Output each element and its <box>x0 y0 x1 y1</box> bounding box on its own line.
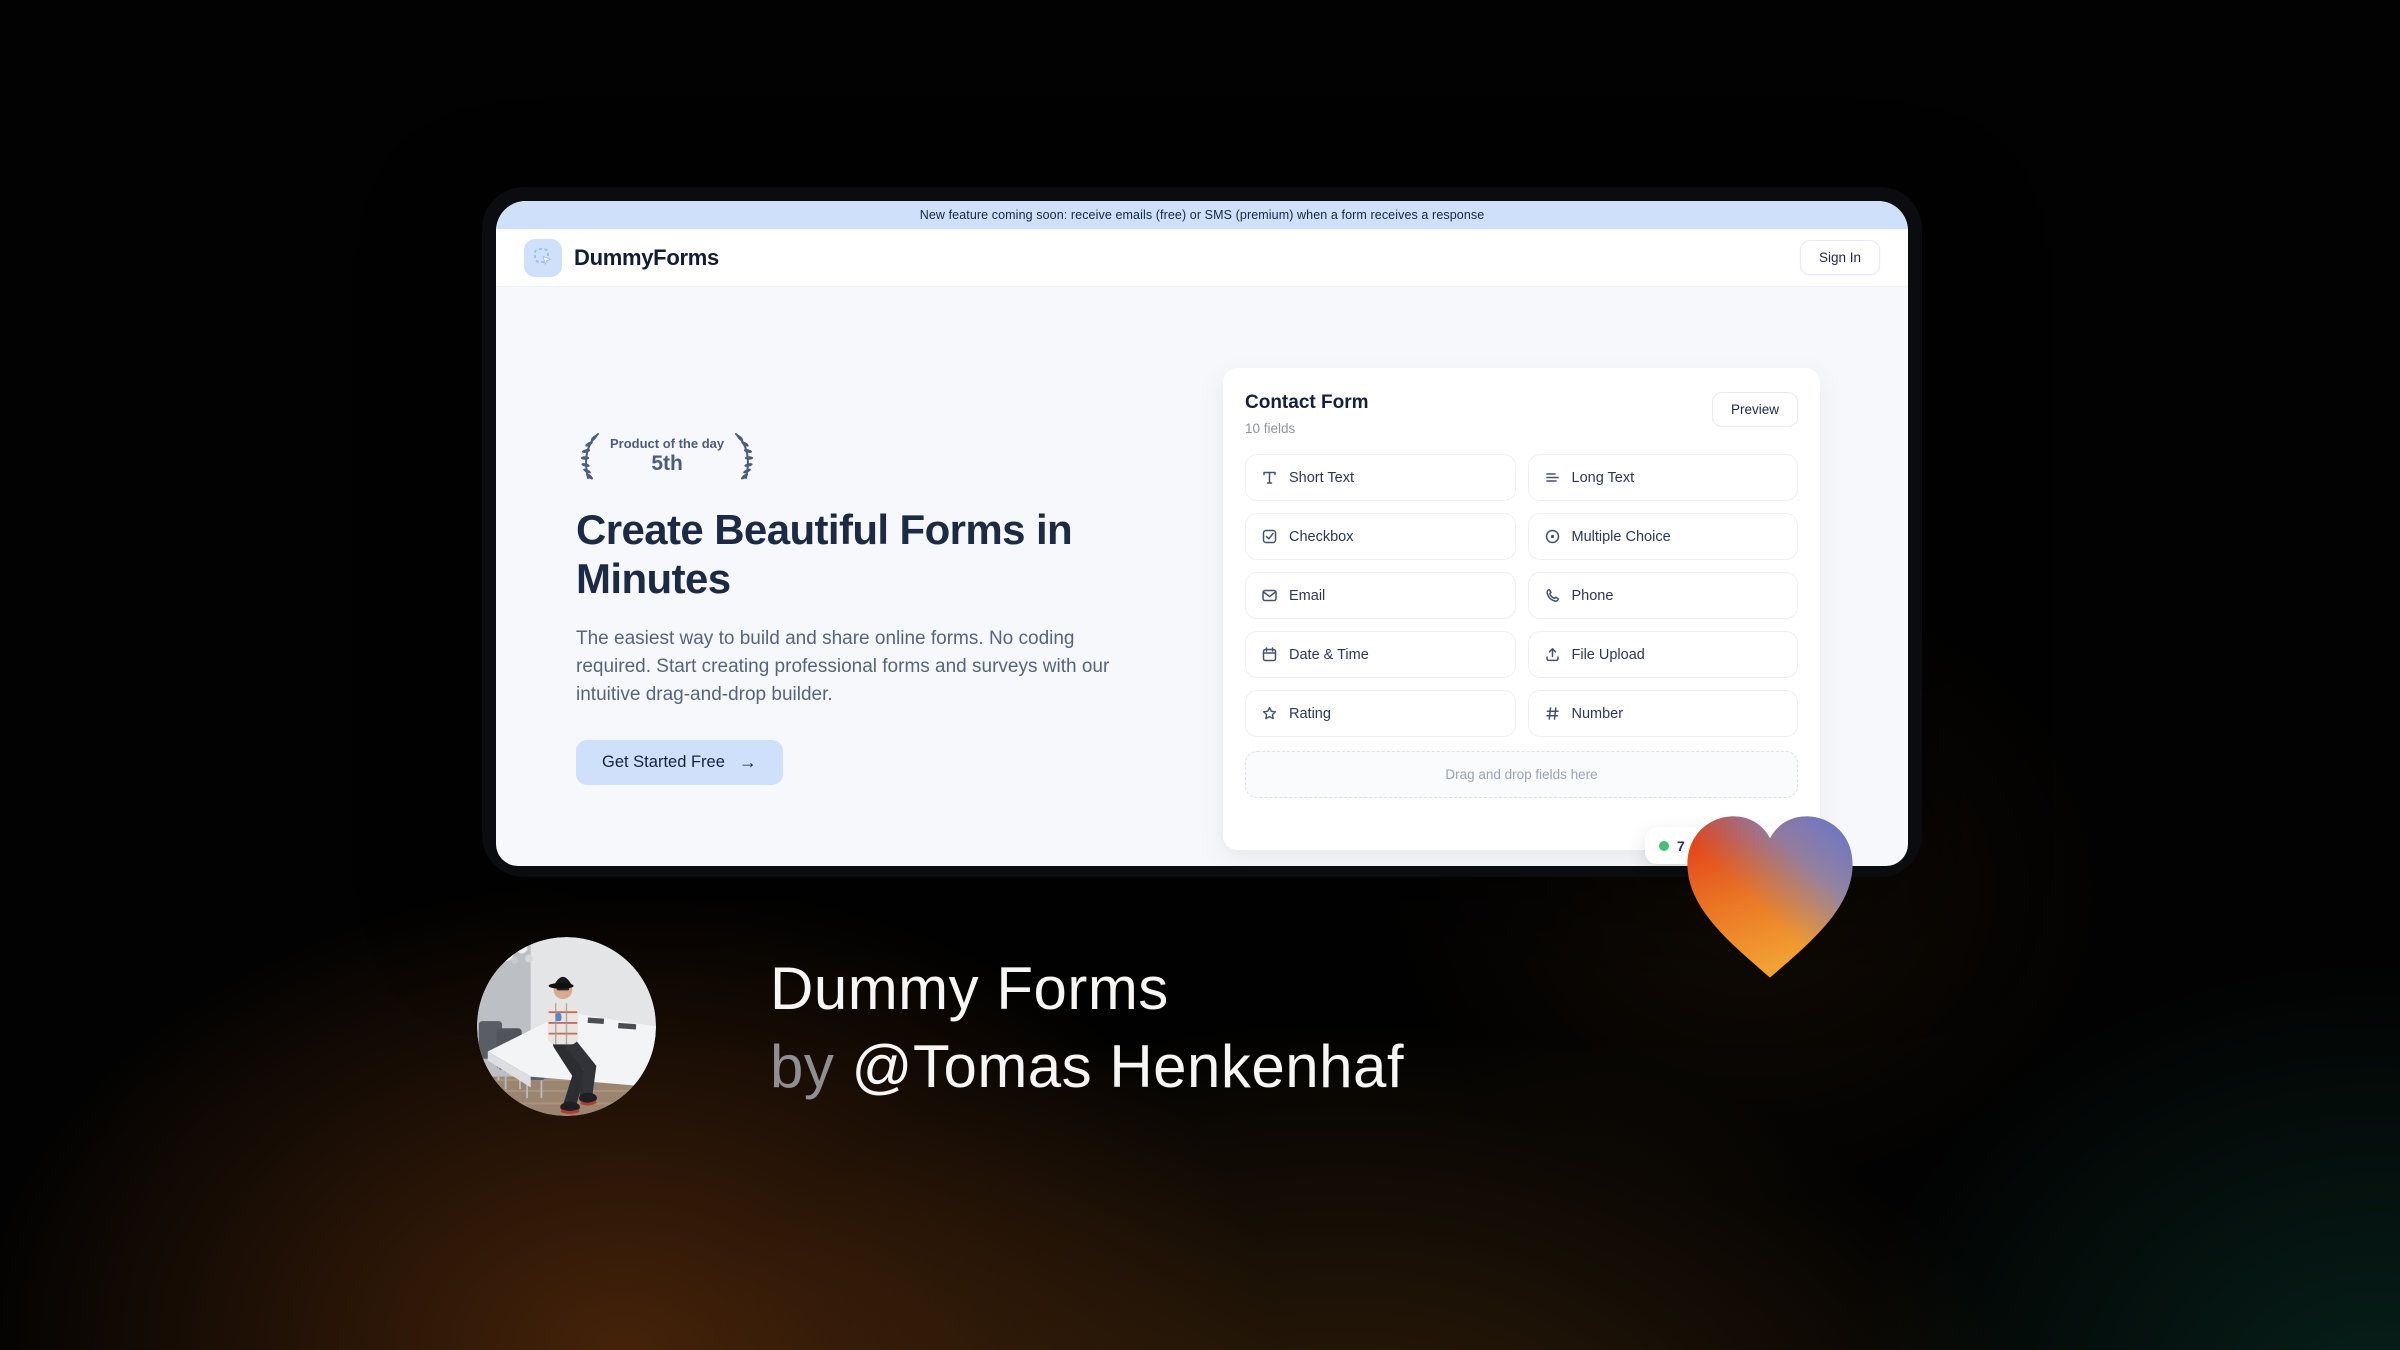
credit-byline: by @Tomas Henkenhaf <box>770 1028 1404 1106</box>
page-surface: New feature coming soon: receive emails … <box>496 201 1908 866</box>
field-label: Number <box>1571 705 1624 722</box>
long-text-icon <box>1545 473 1559 482</box>
award-rank: 5th <box>651 452 683 475</box>
field-short-text[interactable]: Short Text <box>1245 454 1516 501</box>
browser-window: New feature coming soon: receive emails … <box>482 187 1922 877</box>
credit-title: Dummy Forms <box>770 955 1169 1022</box>
hero-section: Product of the day 5th Create Beautiful … <box>496 287 1908 866</box>
arrow-right-icon: → <box>738 752 757 772</box>
field-label: Date & Time <box>1289 646 1369 663</box>
laurel-left-icon <box>580 433 599 480</box>
form-field-count: 10 fields <box>1245 421 1296 436</box>
drag-drop-zone[interactable]: Drag and drop fields here <box>1245 751 1798 798</box>
brand-logo[interactable] <box>524 238 562 277</box>
credit-block: Dummy Forms by @Tomas Henkenhaf <box>770 950 1404 1106</box>
field-label: Multiple Choice <box>1571 528 1671 545</box>
award-title: Product of the day <box>610 436 725 451</box>
field-label: Rating <box>1289 705 1331 722</box>
field-file-upload[interactable]: File Upload <box>1527 631 1798 678</box>
form-card-titles: Contact Form 10 fields <box>1245 392 1369 436</box>
field-label: Short Text <box>1289 469 1355 486</box>
short-text-icon <box>1263 471 1276 484</box>
get-started-label: Get Started Free <box>602 753 725 771</box>
gradient-heart-icon <box>1674 806 1866 990</box>
field-email[interactable]: Email <box>1245 572 1516 619</box>
site-header: DummyForms Sign In <box>496 229 1908 287</box>
field-label: Phone <box>1571 587 1614 604</box>
field-checkbox[interactable]: Checkbox <box>1245 513 1516 560</box>
preview-button[interactable]: Preview <box>1711 392 1798 427</box>
award-text: Product of the day 5th <box>610 436 724 476</box>
field-number[interactable]: Number <box>1527 690 1798 737</box>
star-icon <box>1262 706 1277 720</box>
form-cursor-icon <box>533 248 552 266</box>
upload-icon <box>1545 648 1559 662</box>
email-icon <box>1262 589 1277 602</box>
green-dot-icon <box>1659 840 1669 851</box>
hero-headline: Create Beautiful Forms in Minutes <box>576 506 1073 602</box>
brand-name[interactable]: DummyForms <box>574 245 719 271</box>
field-rating[interactable]: Rating <box>1245 690 1516 737</box>
hash-icon <box>1545 707 1559 720</box>
sign-in-button[interactable]: Sign In <box>1799 240 1880 275</box>
field-label: File Upload <box>1571 646 1645 663</box>
field-phone[interactable]: Phone <box>1527 572 1798 619</box>
field-label: Long Text <box>1571 469 1635 486</box>
field-multiple-choice[interactable]: Multiple Choice <box>1527 513 1798 560</box>
phone-icon <box>1545 589 1559 602</box>
field-type-grid: Short Text Long Text Checkbox Multiple C… <box>1245 454 1798 737</box>
checkbox-icon <box>1262 529 1277 544</box>
get-started-button[interactable]: Get Started Free → <box>576 740 783 785</box>
field-date-time[interactable]: Date & Time <box>1245 631 1516 678</box>
credit-handle: @Tomas Henkenhaf <box>851 1033 1405 1100</box>
announcement-banner: New feature coming soon: receive emails … <box>496 201 1908 229</box>
field-label: Email <box>1289 587 1326 604</box>
laurel-right-icon <box>735 433 754 480</box>
avatar <box>477 937 656 1116</box>
form-builder-card: Contact Form 10 fields Preview Short Tex… <box>1223 368 1820 850</box>
announcement-text: New feature coming soon: receive emails … <box>919 208 1485 222</box>
form-title: Contact Form <box>1245 392 1369 413</box>
drop-zone-text: Drag and drop fields here <box>1445 767 1598 782</box>
field-label: Checkbox <box>1289 528 1354 545</box>
hero-description: The easiest way to build and share onlin… <box>576 628 1110 705</box>
form-card-header: Contact Form 10 fields Preview <box>1245 392 1798 436</box>
credit-by-prefix: by <box>770 1033 835 1100</box>
avatar-photo <box>477 937 656 1116</box>
product-of-the-day-badge: Product of the day 5th <box>576 430 758 482</box>
multiple-choice-icon <box>1545 529 1559 544</box>
field-long-text[interactable]: Long Text <box>1527 454 1798 501</box>
calendar-icon <box>1262 647 1277 662</box>
